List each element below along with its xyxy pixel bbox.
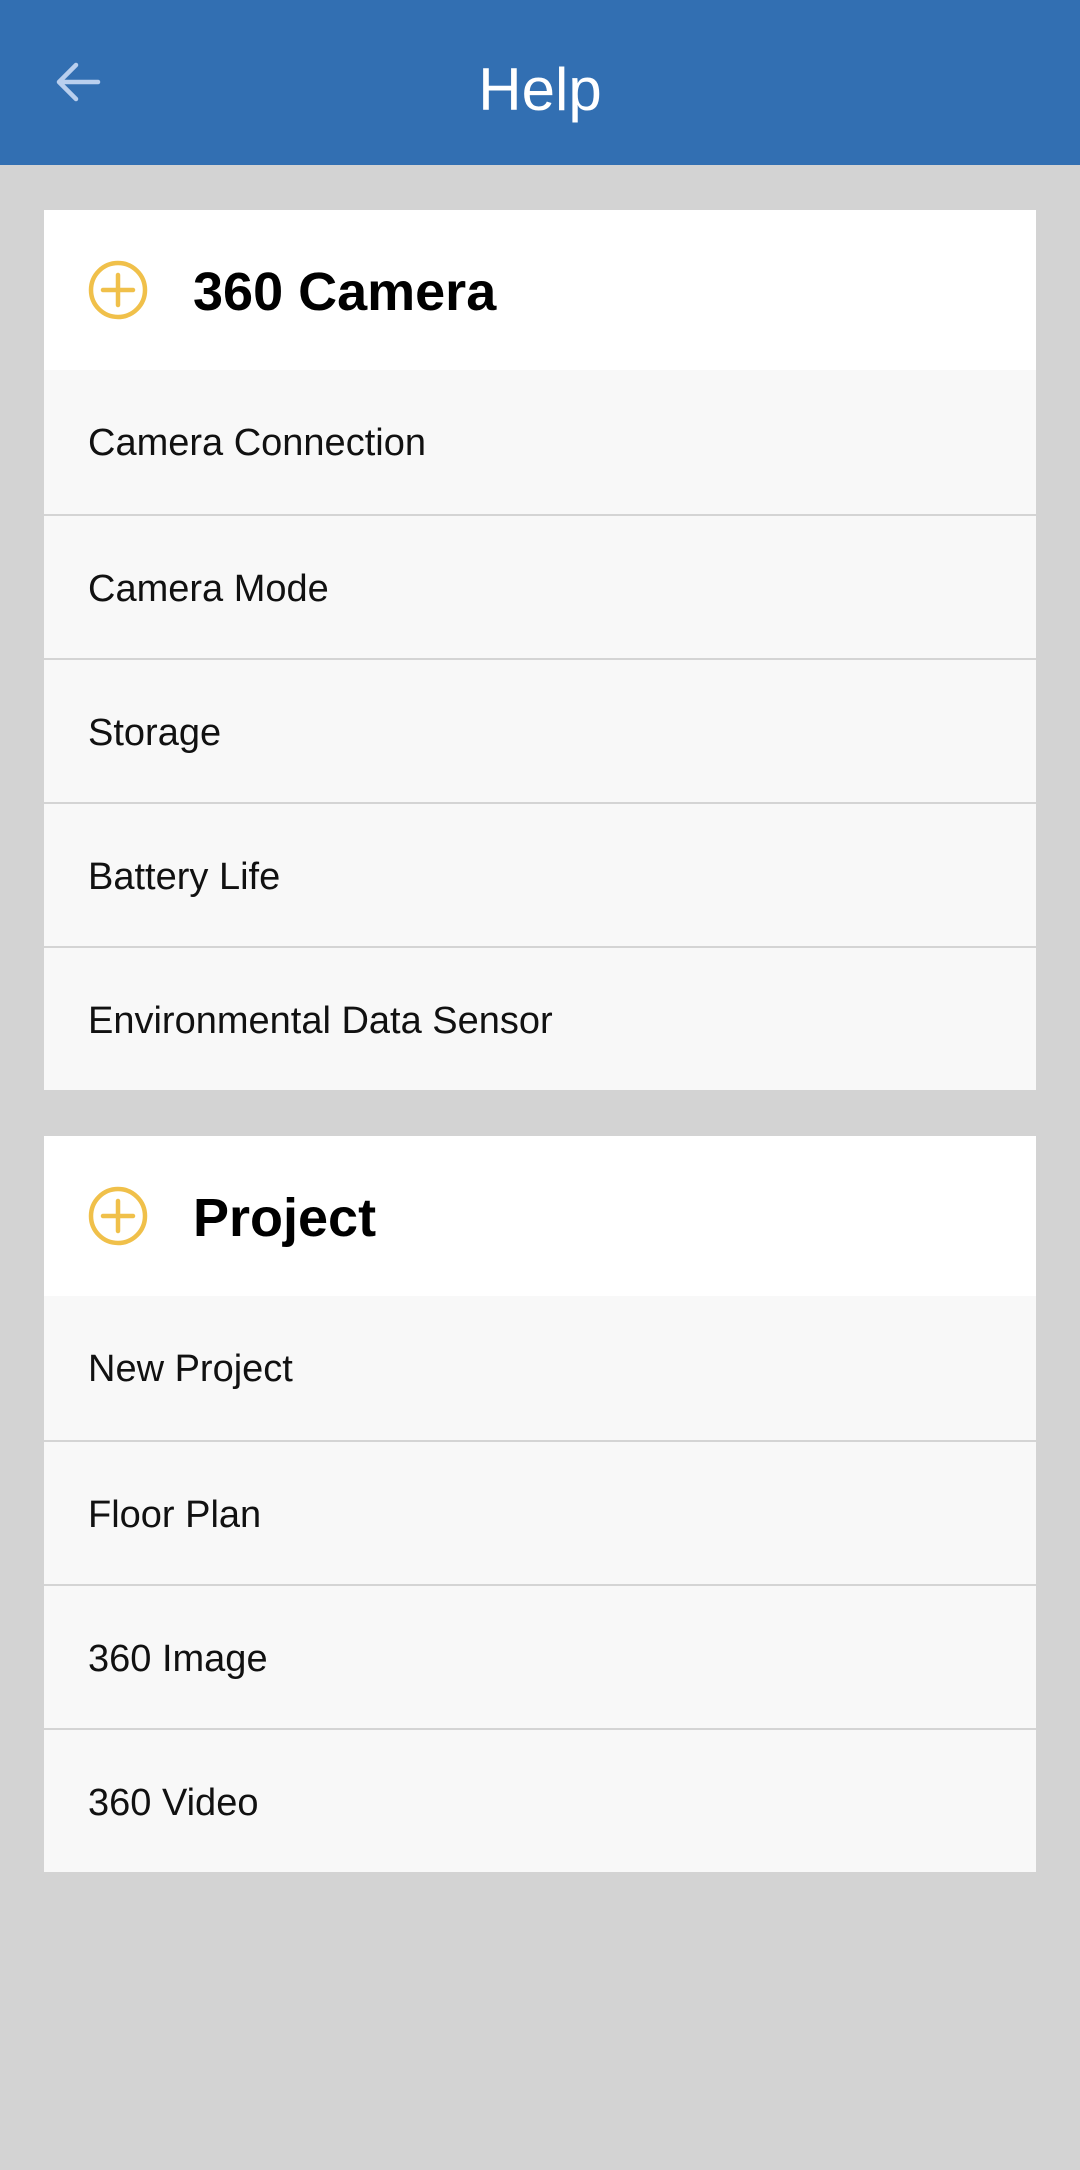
page-title: Help <box>478 56 602 123</box>
section-title: 360 Camera <box>193 262 497 322</box>
section-header-project[interactable]: Project <box>44 1136 1036 1296</box>
help-item-label: 360 Image <box>88 1638 268 1680</box>
help-item-360-video[interactable]: 360 Video <box>44 1728 1036 1872</box>
plus-circle-icon <box>88 1186 148 1246</box>
help-item-camera-mode[interactable]: Camera Mode <box>44 514 1036 658</box>
help-item-label: New Project <box>88 1348 293 1390</box>
help-item-label: Battery Life <box>88 856 281 898</box>
section-360-camera: 360 Camera Camera Connection Camera Mode… <box>44 210 1036 1090</box>
help-item-360-image[interactable]: 360 Image <box>44 1584 1036 1728</box>
section-item-list: New Project Floor Plan 360 Image 360 Vid… <box>44 1296 1036 1872</box>
section-item-list: Camera Connection Camera Mode Storage Ba… <box>44 370 1036 1090</box>
help-item-label: Environmental Data Sensor <box>88 1000 553 1042</box>
section-header-360-camera[interactable]: 360 Camera <box>44 210 1036 370</box>
help-item-label: 360 Video <box>88 1782 259 1824</box>
help-item-battery-life[interactable]: Battery Life <box>44 802 1036 946</box>
help-item-floor-plan[interactable]: Floor Plan <box>44 1440 1036 1584</box>
help-item-environmental-data-sensor[interactable]: Environmental Data Sensor <box>44 946 1036 1090</box>
help-item-label: Floor Plan <box>88 1494 262 1536</box>
help-item-label: Camera Connection <box>88 422 426 464</box>
section-project: Project New Project Floor Plan 360 Image… <box>44 1136 1036 1872</box>
help-item-label: Camera Mode <box>88 568 329 610</box>
section-title: Project <box>193 1188 377 1248</box>
help-item-storage[interactable]: Storage <box>44 658 1036 802</box>
help-item-label: Storage <box>88 712 222 754</box>
help-item-camera-connection[interactable]: Camera Connection <box>44 370 1036 514</box>
app-bar: Help <box>0 0 1080 165</box>
help-item-new-project[interactable]: New Project <box>44 1296 1036 1440</box>
plus-circle-icon <box>88 260 148 320</box>
